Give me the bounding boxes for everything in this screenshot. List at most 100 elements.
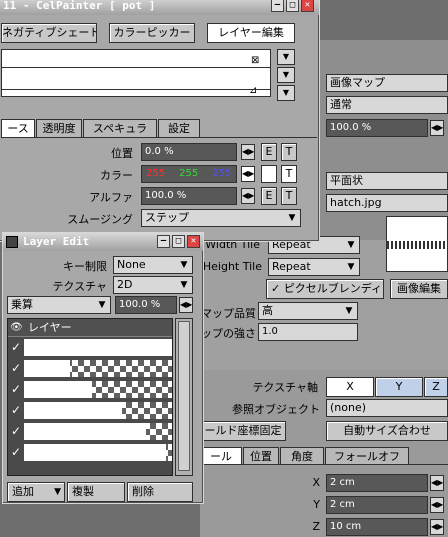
negative-shade-button[interactable]: ネガティブシェード — [1, 23, 97, 43]
layer-header-label: レイヤー — [28, 321, 72, 334]
quality-label: マップ品質 — [201, 307, 256, 320]
quality-select[interactable]: 高 ▼ — [258, 302, 358, 320]
world-coords-button[interactable]: ールド座標固定 — [200, 421, 286, 441]
layer-scrollbar[interactable] — [175, 318, 193, 476]
strength-field[interactable]: 1.0 — [258, 323, 358, 341]
key-limit-select[interactable]: None ▼ — [113, 256, 193, 274]
chevron-down-icon: ▼ — [54, 487, 61, 497]
axis-y-button[interactable]: Y — [375, 377, 423, 397]
cp-tab-divider — [1, 137, 317, 138]
image-map-select[interactable]: 画像マップ — [326, 74, 448, 92]
celpainter-window: 11 - CelPainter [ pot ] – □ ✕ ネガティブシェード … — [0, 0, 320, 242]
y-field[interactable]: 2 cm — [326, 496, 428, 514]
z-field[interactable]: 10 cm — [326, 518, 428, 536]
eye-icon[interactable]: 👁 — [10, 319, 23, 337]
chevron-down-icon: ▼ — [180, 280, 188, 290]
position-envelope-button[interactable]: E — [261, 143, 277, 161]
layer-thumb[interactable] — [24, 444, 172, 461]
layer-visible-icon[interactable]: ✓ — [8, 360, 24, 376]
layer-visible-icon[interactable]: ✓ — [8, 402, 24, 418]
layer-edit-window: Layer Edit – □ ✕ キー制限 None ▼ テクスチャ 2D ▼ 乗算… — [2, 232, 204, 504]
layer-thumb[interactable] — [24, 423, 172, 440]
texture-axis-label: テクスチャ軸 — [252, 381, 318, 394]
layer-opacity-stepper[interactable]: ◀▶ — [179, 297, 193, 313]
texture-type-select[interactable]: 2D ▼ — [113, 276, 193, 294]
blend-select[interactable]: 乗算 ▼ — [7, 296, 111, 314]
tab-settings[interactable]: 設定 — [158, 119, 200, 137]
quality-value: 高 — [262, 304, 273, 317]
check-icon: ✓ — [271, 282, 284, 295]
alpha-field[interactable]: 100.0 % — [141, 187, 237, 205]
projection-select[interactable]: 平面状 — [326, 172, 448, 190]
position-field[interactable]: 0.0 % — [141, 143, 237, 161]
x-stepper[interactable]: ◀▶ — [430, 475, 444, 491]
layer-opacity[interactable]: 100.0 % — [115, 296, 177, 314]
smoothing-select[interactable]: ステップ ▼ — [141, 209, 301, 227]
image-preview — [386, 216, 448, 272]
alpha-envelope-button[interactable]: E — [261, 187, 277, 205]
axis-x-button[interactable]: X — [326, 377, 374, 397]
blend-mode-select[interactable]: 通常 — [326, 96, 448, 114]
position-texture-button[interactable]: T — [281, 143, 297, 161]
layer-thumb[interactable] — [24, 339, 172, 356]
layer-visible-icon[interactable]: ✓ — [8, 423, 24, 439]
layer-thumb[interactable] — [24, 402, 172, 419]
scroll-up-icon[interactable]: ▼ — [277, 49, 295, 65]
layer-visible-icon[interactable]: ✓ — [8, 444, 24, 460]
close-icon[interactable]: ✕ — [187, 235, 200, 248]
height-tile-label: Height Tile — [202, 260, 262, 273]
tab-rotation[interactable]: 角度 — [280, 447, 324, 465]
image-edit-button[interactable]: 画像編集 — [390, 279, 448, 299]
duplicate-layer-button[interactable]: 複製 — [67, 482, 125, 502]
z-stepper[interactable]: ◀▶ — [430, 519, 444, 535]
maximize-icon[interactable]: □ — [286, 0, 299, 12]
tab-specular[interactable]: スペキュラ — [83, 119, 157, 137]
celpainter-titlebar: 11 - CelPainter [ pot ] – □ ✕ — [0, 0, 319, 15]
pixel-blending-toggle[interactable]: ✓ ピクセルブレンディング — [266, 279, 384, 299]
height-tile-select[interactable]: Repeat ▼ — [268, 258, 360, 276]
layer-edit-button[interactable]: レイヤー編集 — [207, 23, 295, 43]
layer-opacity-field[interactable]: 100.0 % — [326, 119, 428, 137]
gradient-key-top-icon[interactable]: ⊠ — [251, 55, 259, 66]
color-texture-button[interactable]: T — [281, 165, 297, 183]
auto-size-button[interactable]: 自動サイズ合わせ — [326, 421, 448, 441]
pixel-blending-label: ピクセルブレンディング — [283, 282, 383, 295]
color-picker-button[interactable]: カラーピッカー — [109, 23, 195, 43]
alpha-stepper[interactable]: ◀▶ — [241, 188, 255, 204]
scroll-thumb[interactable] — [178, 321, 190, 471]
color-b: 255 — [212, 168, 232, 179]
maximize-icon[interactable]: □ — [172, 235, 185, 248]
minimize-icon[interactable]: – — [271, 0, 284, 12]
add-layer-button[interactable]: 追加 ▼ — [7, 482, 65, 502]
tab-position[interactable]: 位置 — [243, 447, 279, 465]
y-stepper[interactable]: ◀▶ — [430, 497, 444, 513]
close-icon[interactable]: ✕ — [301, 0, 314, 12]
scroll-mid-icon[interactable]: ▼ — [277, 67, 295, 83]
minimize-icon[interactable]: – — [157, 235, 170, 248]
gradient-key-bottom-icon[interactable]: ⊿ — [249, 85, 257, 96]
position-stepper[interactable]: ◀▶ — [241, 144, 255, 160]
axis-z-button[interactable]: Z — [424, 377, 448, 397]
color-stepper[interactable]: ◀▶ — [241, 166, 255, 182]
layer-edit-title: Layer Edit — [23, 235, 90, 248]
color-field[interactable]: 255 255 255 — [141, 165, 237, 183]
layer-thumb[interactable] — [24, 381, 172, 398]
image-select[interactable]: hatch.jpg — [326, 194, 448, 212]
delete-layer-button[interactable]: 削除 — [127, 482, 193, 502]
tab-falloff[interactable]: フォールオフ — [325, 447, 409, 465]
key-limit-value: None — [117, 258, 146, 271]
alpha-texture-button[interactable]: T — [281, 187, 297, 205]
color-swatch[interactable] — [261, 165, 277, 183]
tab-scale[interactable]: ール — [200, 447, 242, 465]
scroll-down-icon[interactable]: ▼ — [277, 85, 295, 101]
opacity-stepper[interactable]: ◀▶ — [430, 120, 444, 136]
layer-visible-icon[interactable]: ✓ — [8, 339, 24, 355]
layer-thumb[interactable] — [24, 360, 172, 377]
tab-transparency[interactable]: 透明度 — [36, 119, 82, 137]
add-layer-label: 追加 — [12, 485, 34, 498]
x-field[interactable]: 2 cm — [326, 474, 428, 492]
ref-object-select[interactable]: (none) — [326, 399, 448, 417]
layer-visible-icon[interactable]: ✓ — [8, 381, 24, 397]
color-r: 255 — [146, 168, 166, 179]
tab-base[interactable]: ース — [1, 119, 35, 137]
